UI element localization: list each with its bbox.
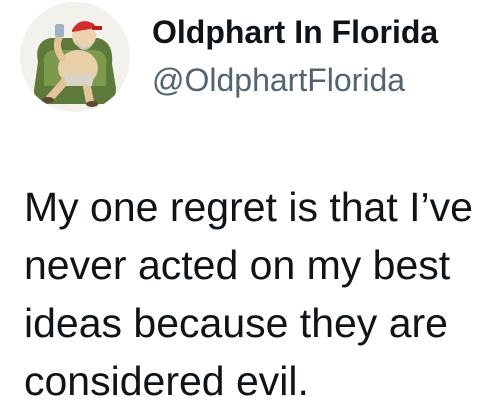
user-handle[interactable]: @OldphartFlorida: [152, 60, 492, 100]
tweet-header: Oldphart In Florida @OldphartFlorida: [20, 2, 490, 112]
author-names: Oldphart In Florida @OldphartFlorida: [152, 12, 492, 100]
avatar[interactable]: [20, 2, 130, 112]
tweet-card: Oldphart In Florida @OldphartFlorida My …: [0, 0, 500, 419]
display-name[interactable]: Oldphart In Florida: [152, 12, 492, 52]
tweet-text: My one regret is that I’ve never acted o…: [24, 184, 473, 404]
cartoon-avatar-icon: [20, 2, 130, 112]
